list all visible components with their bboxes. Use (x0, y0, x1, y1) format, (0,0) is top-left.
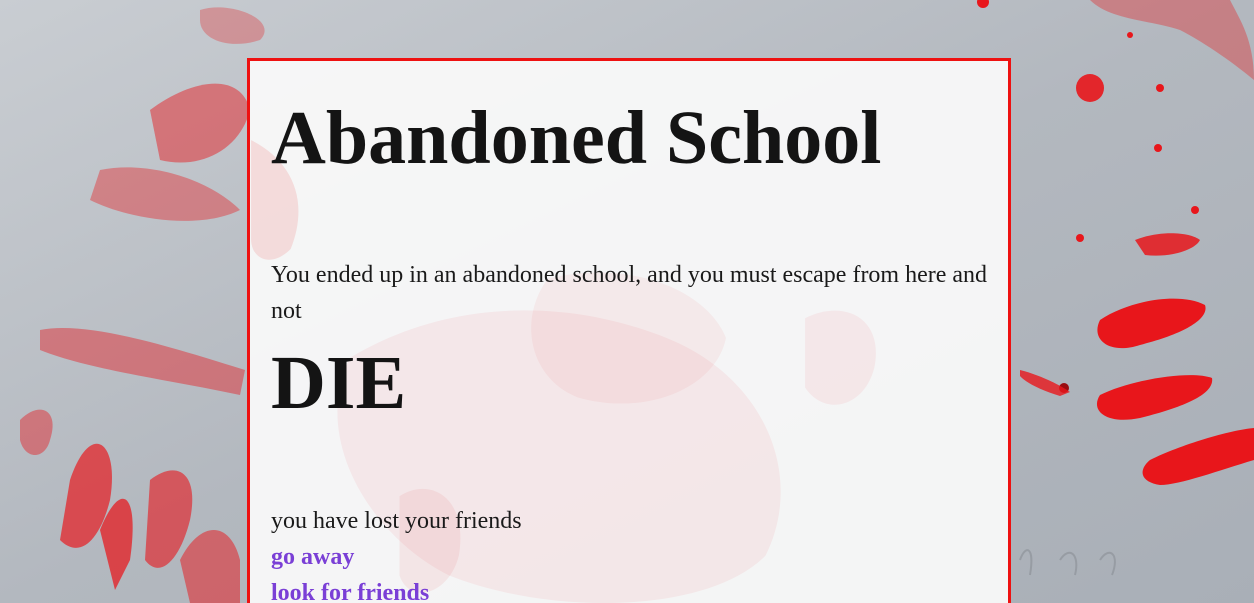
choice-look-for-friends-link[interactable]: look for friends (271, 575, 429, 603)
story-panel: Abandoned School You ended up in an aban… (247, 58, 1011, 603)
status-text: you have lost your friends (271, 508, 522, 534)
intro-text: You ended up in an abandoned school, and… (271, 262, 988, 324)
emphasis-text: DIE (271, 341, 407, 425)
game-title: Abandoned School (271, 96, 882, 180)
choice-go-away-link[interactable]: go away (271, 539, 354, 575)
